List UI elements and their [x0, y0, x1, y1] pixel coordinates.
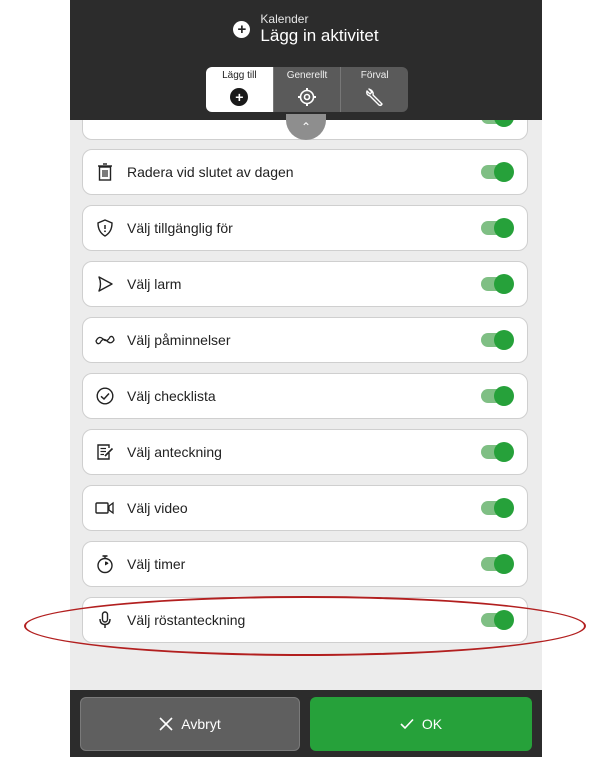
shield-icon	[95, 218, 115, 238]
trash-icon	[95, 162, 115, 182]
timer-icon	[95, 554, 115, 574]
bell-icon	[95, 274, 115, 294]
toggle-switch[interactable]	[481, 274, 514, 294]
highlight-ellipse	[24, 596, 586, 656]
reminder-icon	[95, 330, 115, 350]
setting-label: Radera vid slutet av dagen	[127, 164, 294, 180]
toggle-switch[interactable]	[481, 442, 514, 462]
setting-video[interactable]: Välj video	[82, 485, 528, 531]
setting-label: Välj timer	[127, 556, 186, 572]
tab-add[interactable]: Lägg till +	[206, 67, 273, 112]
toggle-switch[interactable]	[481, 386, 514, 406]
gear-icon	[297, 86, 317, 108]
tab-bar: Lägg till + Generellt Förval	[206, 67, 408, 112]
wrench-icon	[364, 86, 386, 108]
setting-label: Välj checklista	[127, 388, 216, 404]
toggle-partial[interactable]	[481, 120, 514, 127]
check-circle-icon	[95, 386, 115, 406]
setting-label: Välj tillgänglig för	[127, 220, 233, 236]
setting-delete-end-of-day[interactable]: Radera vid slutet av dagen	[82, 149, 528, 195]
toggle-switch[interactable]	[481, 162, 514, 182]
plus-circle-icon: +	[230, 88, 249, 106]
toggle-switch[interactable]	[481, 218, 514, 238]
tab-general-label: Generellt	[286, 70, 328, 81]
footer: Avbryt OK	[70, 690, 542, 757]
note-icon	[95, 442, 115, 462]
tab-presets-label: Förval	[360, 70, 389, 81]
setting-label: Välj påminnelser	[127, 332, 231, 348]
toggle-switch[interactable]	[481, 330, 514, 350]
cancel-label: Avbryt	[181, 716, 221, 732]
ok-button[interactable]: OK	[310, 697, 532, 751]
title-row: + Kalender Lägg in aktivitet	[70, 12, 542, 46]
header: + Kalender Lägg in aktivitet Lägg till +…	[70, 0, 542, 120]
setting-label: Välj video	[127, 500, 188, 516]
setting-label: Välj anteckning	[127, 444, 222, 460]
cancel-button[interactable]: Avbryt	[80, 697, 300, 751]
setting-timer[interactable]: Välj timer	[82, 541, 528, 587]
header-subtitle: Kalender	[260, 12, 309, 26]
toggle-switch[interactable]	[481, 498, 514, 518]
checkmark-icon	[400, 718, 414, 730]
toggle-switch[interactable]	[481, 554, 514, 574]
chevron-up-icon: ⌃	[300, 120, 312, 134]
tab-add-label: Lägg till	[222, 70, 257, 81]
setting-available-for[interactable]: Välj tillgänglig för	[82, 205, 528, 251]
setting-alarm[interactable]: Välj larm	[82, 261, 528, 307]
close-icon	[159, 717, 173, 731]
ok-label: OK	[421, 716, 443, 732]
page-title: Lägg in aktivitet	[260, 26, 379, 45]
setting-note[interactable]: Välj anteckning	[82, 429, 528, 475]
tab-general[interactable]: Generellt	[272, 67, 341, 112]
setting-label: Välj larm	[127, 276, 182, 292]
tab-presets[interactable]: Förval	[340, 67, 408, 112]
video-icon	[95, 498, 115, 518]
setting-reminders[interactable]: Välj påminnelser	[82, 317, 528, 363]
setting-checklist[interactable]: Välj checklista	[82, 373, 528, 419]
add-activity-icon: +	[233, 20, 251, 38]
